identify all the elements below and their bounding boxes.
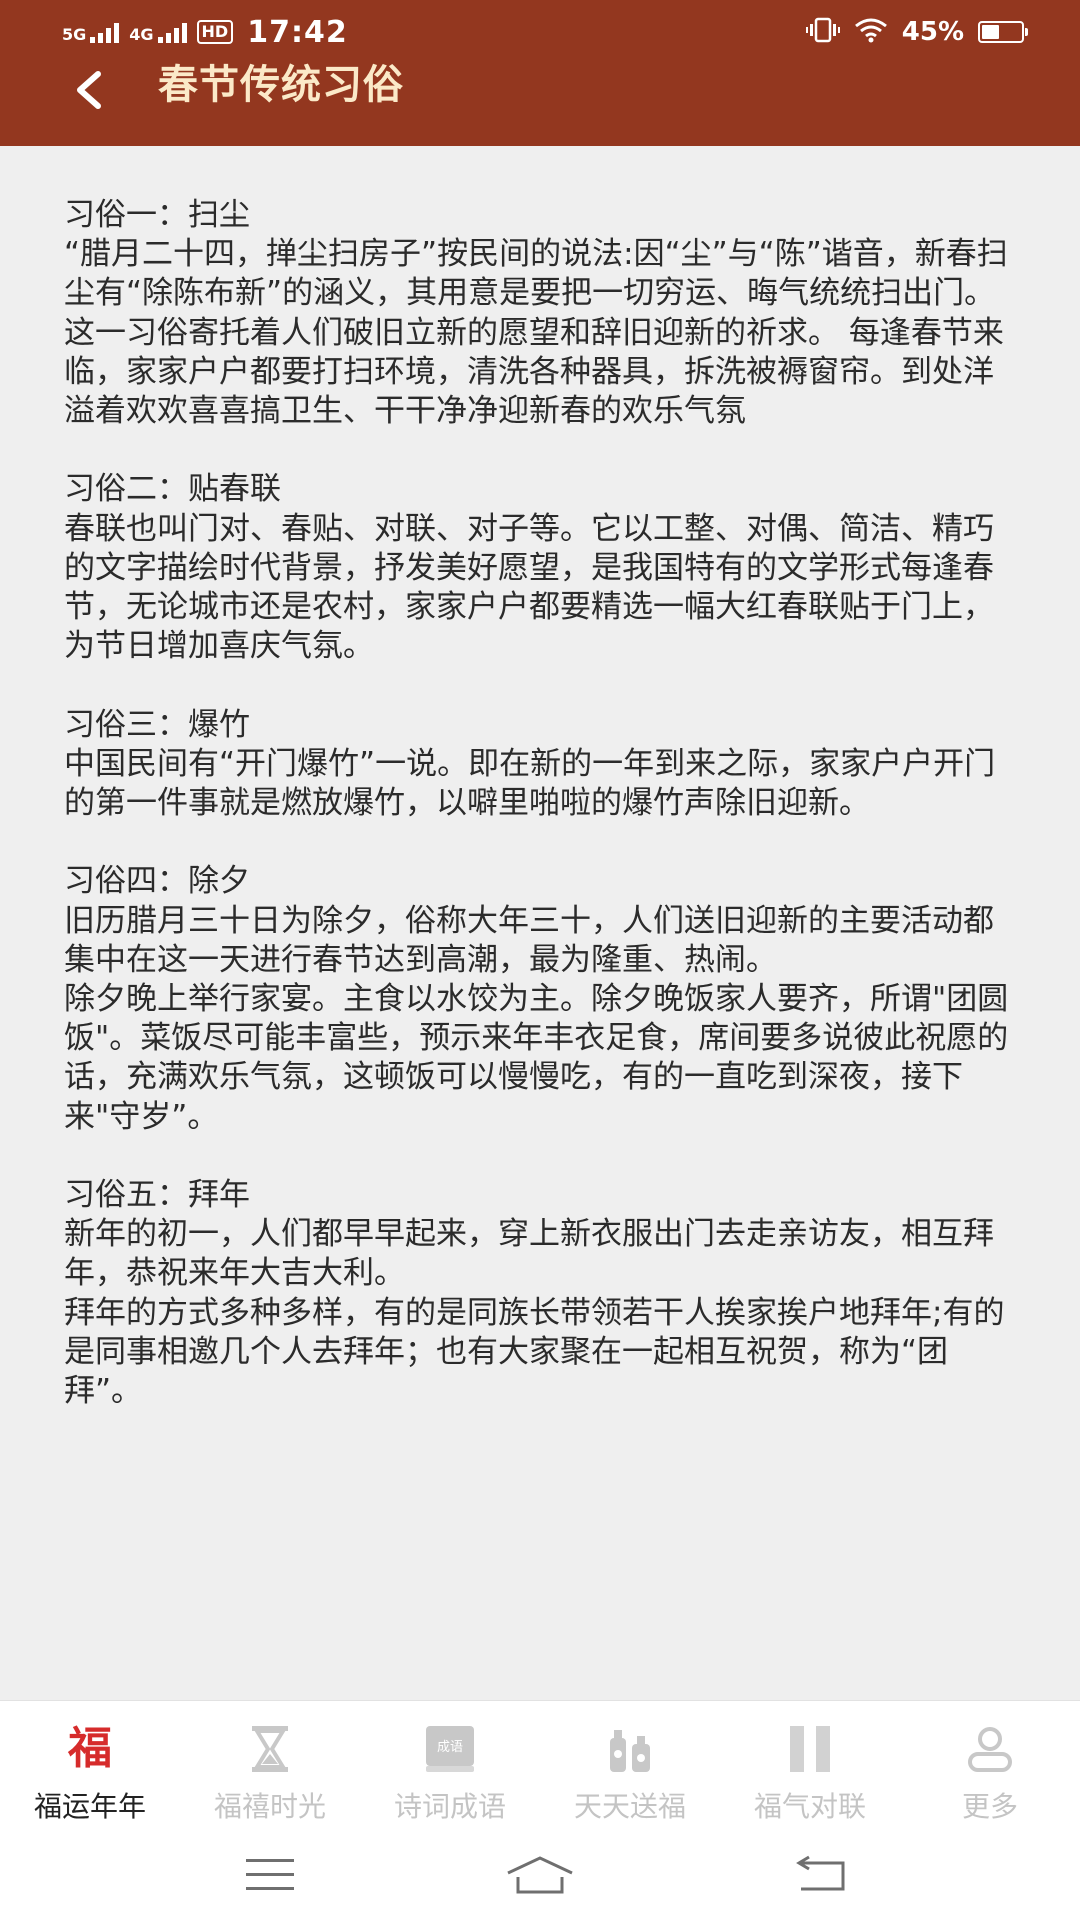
nav-label: 诗词成语 bbox=[393, 1790, 506, 1823]
article-section: 习俗三：爆竹 中国民间有“开门爆竹”一说。即在新的一年到来之际，家家户户开门的第一… bbox=[64, 706, 1024, 824]
status-time: 17:42 bbox=[247, 14, 348, 50]
nav-label: 福运年年 bbox=[33, 1790, 146, 1823]
fu-icon: 福 bbox=[62, 1723, 118, 1775]
nav-item-fuyun[interactable]: 福 福运年年 bbox=[0, 1701, 180, 1831]
book-badge-text: 成语 bbox=[437, 1740, 463, 1755]
menu-button[interactable] bbox=[225, 1848, 315, 1902]
section-paragraph: 拜年的方式多种多样，有的是同族长带领若干人挨家挨户地拜年;有的是同事相邀几个人去… bbox=[64, 1294, 1005, 1410]
nav-item-more[interactable]: 更多 bbox=[900, 1701, 1080, 1831]
user-icon bbox=[962, 1723, 1018, 1775]
signal-4g: 4G bbox=[129, 21, 187, 44]
page-title: 春节传统习俗 bbox=[158, 62, 404, 108]
section-title: 习俗三：爆竹 bbox=[64, 706, 250, 743]
article-section: 习俗一：扫尘 “腊月二十四，掸尘扫房子”按民间的说法:因“尘”与“陈”谐音，新春扫… bbox=[64, 196, 1024, 431]
article: 习俗一：扫尘 “腊月二十四，掸尘扫房子”按民间的说法:因“尘”与“陈”谐音，新春扫… bbox=[64, 196, 1024, 1450]
section-title: 习俗五：拜年 bbox=[64, 1177, 250, 1214]
status-bar: 5G 4G HD 17:42 45% bbox=[0, 0, 1080, 64]
nav-item-duilian[interactable]: 福气对联 bbox=[720, 1701, 900, 1831]
article-section: 习俗五：拜年 新年的初一，人们都早早起来，穿上新衣服出门去走亲访友，相互拜年，恭祝… bbox=[64, 1176, 1024, 1411]
gift-bottles-icon bbox=[602, 1723, 658, 1775]
status-left: 5G 4G HD 17:42 bbox=[62, 12, 348, 52]
menu-icon bbox=[246, 1859, 294, 1890]
section-paragraph: 春联也叫门对、春贴、对联、对子等。它以工整、对偶、简洁、精巧的文字描绘时代背景，… bbox=[64, 510, 994, 665]
wifi-icon bbox=[854, 17, 888, 47]
battery-fill bbox=[982, 25, 999, 39]
vibrate-icon bbox=[805, 17, 840, 47]
nav-label: 福禧时光 bbox=[213, 1790, 326, 1823]
section-paragraph: 中国民间有“开门爆竹”一说。即在新的一年到来之际，家家户户开门的第一件事就是燃放… bbox=[64, 745, 996, 822]
section-paragraph: 除夕晚上举行家宴。主食以水饺为主。除夕晚饭家人要齐，所谓"团圆饭"。菜饭尽可能丰… bbox=[64, 981, 1009, 1135]
network-label-4g: 4G bbox=[129, 25, 154, 44]
book-icon: 成语 bbox=[422, 1723, 478, 1775]
home-icon bbox=[507, 1856, 573, 1894]
nav-label: 更多 bbox=[961, 1790, 1018, 1823]
couplet-icon bbox=[782, 1723, 838, 1775]
signal-5g: 5G bbox=[62, 21, 120, 44]
nav-label: 天天送福 bbox=[573, 1790, 686, 1823]
fu-glyph: 福 bbox=[68, 1723, 112, 1774]
section-paragraph: 旧历腊月三十日为除夕，俗称大年三十，人们送旧迎新的主要活动都集中在这一天进行春节… bbox=[64, 902, 994, 978]
nav-item-fuxi[interactable]: 福禧时光 bbox=[180, 1701, 360, 1831]
section-title: 习俗二：贴春联 bbox=[64, 471, 281, 508]
app-header: 5G 4G HD 17:42 45% 春节传统习俗 bbox=[0, 0, 1080, 146]
network-label-5g: 5G bbox=[62, 25, 87, 44]
section-title: 习俗四：除夕 bbox=[64, 863, 250, 900]
back-button[interactable] bbox=[60, 62, 116, 118]
hourglass-icon bbox=[242, 1723, 298, 1775]
battery-icon bbox=[978, 21, 1028, 43]
section-title: 习俗一：扫尘 bbox=[64, 197, 250, 233]
hd-badge: HD bbox=[196, 20, 234, 44]
battery-percent: 45% bbox=[901, 17, 964, 47]
status-right: 45% bbox=[805, 12, 1028, 52]
bottom-nav: 福 福运年年 福禧时光 成语 诗词成语 天天送福 福气对联 更多 bbox=[0, 1700, 1080, 1831]
nav-label: 福气对联 bbox=[753, 1790, 866, 1823]
article-section: 习俗四：除夕 旧历腊月三十日为除夕，俗称大年三十，人们送旧迎新的主要活动都集中在这… bbox=[64, 862, 1024, 1136]
home-button[interactable] bbox=[495, 1848, 585, 1902]
nav-item-shici[interactable]: 成语 诗词成语 bbox=[360, 1701, 540, 1831]
section-paragraph: “腊月二十四，掸尘扫房子”按民间的说法:因“尘”与“陈”谐音，新春扫尘有“除陈布… bbox=[64, 236, 1008, 430]
section-paragraph: 新年的初一，人们都早早起来，穿上新衣服出门去走亲访友，相互拜年，恭祝来年大吉大利… bbox=[64, 1216, 994, 1292]
system-nav-bar bbox=[0, 1830, 1080, 1920]
nav-item-songfu[interactable]: 天天送福 bbox=[540, 1701, 720, 1831]
return-icon bbox=[796, 1855, 845, 1891]
article-section: 习俗二：贴春联 春联也叫门对、春贴、对联、对子等。它以工整、对偶、简洁、精巧的文字… bbox=[64, 470, 1024, 666]
back-system-button[interactable] bbox=[778, 1848, 868, 1902]
signal-bars-icon bbox=[157, 21, 187, 43]
article-content[interactable]: 习俗一：扫尘 “腊月二十四，掸尘扫房子”按民间的说法:因“尘”与“陈”谐音，新春扫… bbox=[0, 146, 1080, 1700]
signal-bars-icon bbox=[90, 21, 120, 43]
chevron-left-icon bbox=[77, 71, 101, 109]
